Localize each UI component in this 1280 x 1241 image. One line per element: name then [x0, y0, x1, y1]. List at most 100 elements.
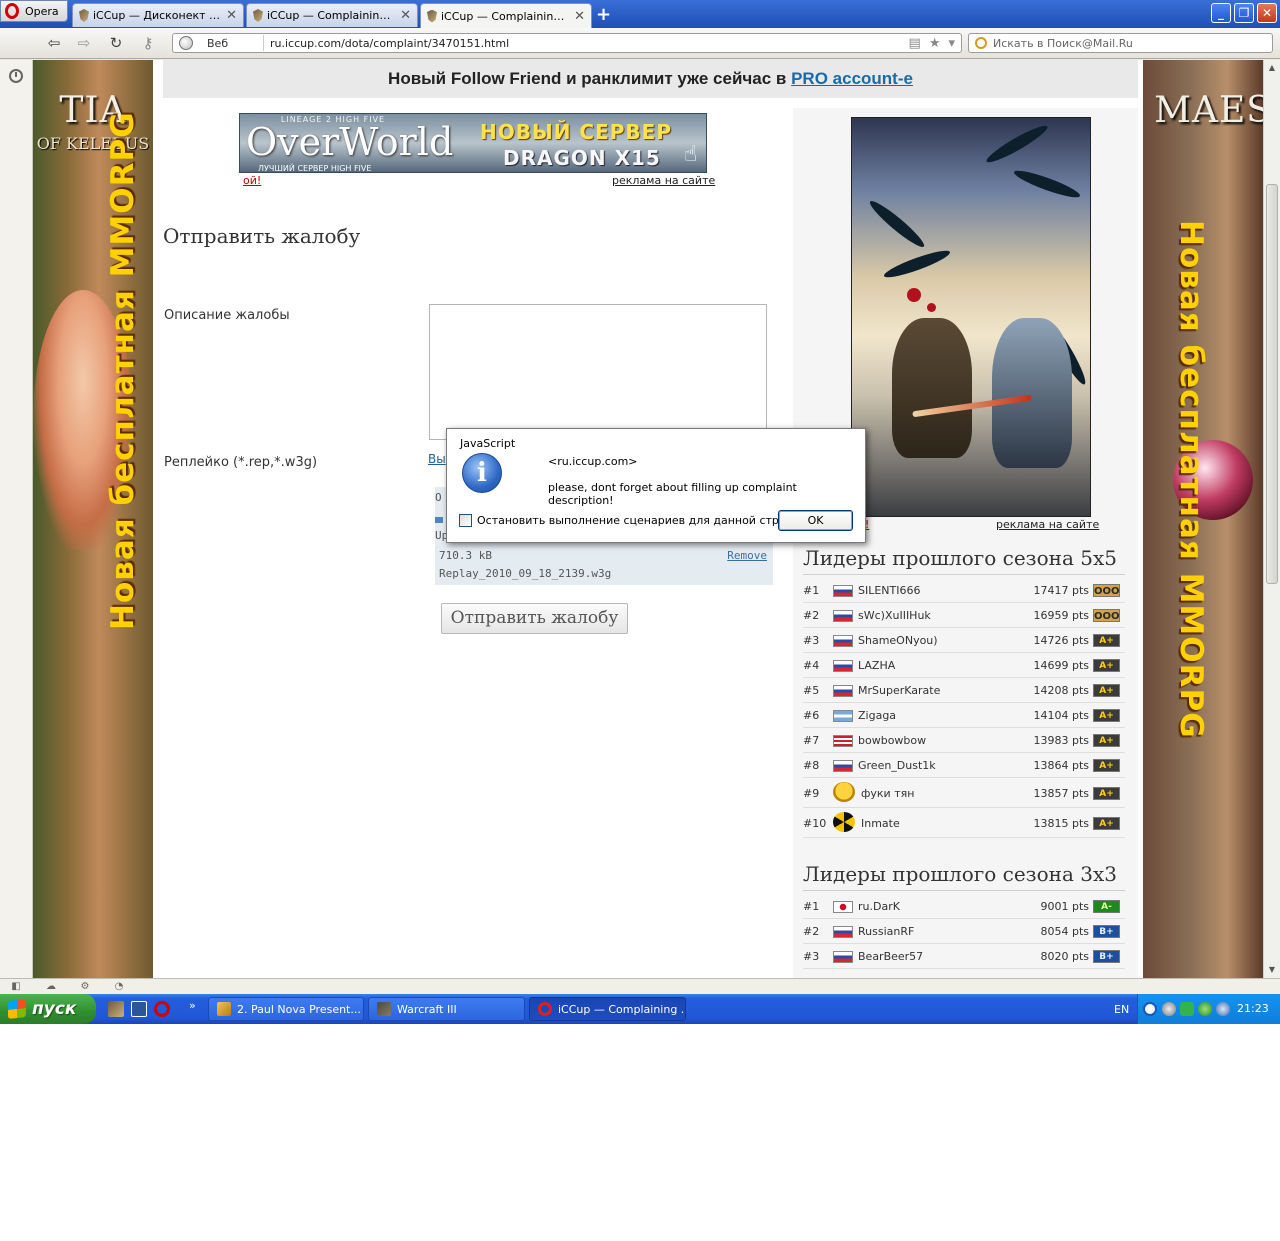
leader-row[interactable]: #10 Inmate 13815 pts A+: [803, 808, 1125, 838]
taskbar-button[interactable]: 2. Paul Nova Present...: [208, 997, 364, 1021]
leader-name[interactable]: SILENTI666: [858, 584, 921, 597]
ok-button[interactable]: OK: [778, 510, 853, 531]
leader-name[interactable]: bowbowbow: [858, 734, 926, 747]
opera-menu-button[interactable]: Opera: [0, 0, 68, 22]
tab-close-icon[interactable]: ✕: [226, 8, 237, 23]
leader-row[interactable]: #2 sWc)XuIIIHuk 16959 pts OOO: [803, 603, 1125, 628]
samurai-ad-banner[interactable]: [851, 117, 1091, 517]
leader-name[interactable]: Zigaga: [858, 709, 896, 722]
forward-arrow-icon[interactable]: ⇨: [74, 34, 94, 52]
leader-row[interactable]: #5 MrSuperKarate 14208 pts A+: [803, 678, 1125, 703]
browser-tab-active[interactable]: iCCup — Complaining ab... ✕: [420, 3, 592, 28]
leader-points: 13983 pts: [1033, 734, 1089, 747]
turbo-icon[interactable]: ⚙: [79, 981, 91, 992]
pro-account-link[interactable]: PRO account-e: [791, 69, 913, 88]
stop-scripts-checkbox[interactable]: [459, 514, 472, 527]
bookmark-star-icon[interactable]: ★: [929, 36, 941, 51]
word-icon[interactable]: [131, 1001, 147, 1017]
upload-progress-bar: [435, 517, 443, 523]
leader-name[interactable]: Green_Dust1k: [858, 759, 936, 772]
leader-name[interactable]: BearBeer57: [858, 950, 923, 963]
ad-warrior-figure: [892, 318, 972, 458]
leader-name[interactable]: sWc)XuIIIHuk: [858, 609, 931, 622]
tray-network-icon[interactable]: [1198, 1002, 1212, 1016]
history-clock-icon[interactable]: [9, 69, 23, 83]
tray-shield-icon[interactable]: [1180, 1002, 1194, 1016]
leader-row[interactable]: #6 Zigaga 14104 pts A+: [803, 703, 1125, 728]
leader-row[interactable]: #2 RussianRF 8054 pts B+: [803, 919, 1125, 944]
unite-cloud-icon[interactable]: ☁: [45, 981, 57, 992]
minimize-button[interactable]: _: [1211, 3, 1231, 23]
leader-name[interactable]: Inmate: [861, 817, 900, 830]
leader-row[interactable]: #7 bowbowbow 13983 pts A+: [803, 728, 1125, 753]
leader-points: 13864 pts: [1033, 759, 1089, 772]
leader-row[interactable]: #3 ShameONyou) 14726 pts A+: [803, 628, 1125, 653]
leader-row[interactable]: #1 SILENTI666 17417 pts OOO: [803, 578, 1125, 603]
rss-icon[interactable]: ▤: [909, 36, 921, 51]
tab-close-icon[interactable]: ✕: [574, 9, 585, 24]
back-arrow-icon[interactable]: ⇦: [44, 34, 64, 52]
dropdown-icon[interactable]: ▾: [948, 36, 955, 51]
key-icon[interactable]: ⚷: [138, 34, 158, 52]
leader-row[interactable]: #1 ru.DarK 9001 pts A-: [803, 894, 1125, 919]
leader-name[interactable]: MrSuperKarate: [858, 684, 940, 697]
new-tab-icon[interactable]: +: [596, 4, 611, 25]
leader-name[interactable]: фуки тян: [861, 787, 914, 800]
opera-icon[interactable]: [154, 1001, 170, 1017]
iccup-favicon-icon: [79, 9, 89, 22]
tray-arrow-icon[interactable]: [1143, 1002, 1157, 1016]
scrollbar-thumb[interactable]: [1266, 184, 1278, 584]
scroll-down-arrow-icon[interactable]: ▼: [1264, 962, 1280, 978]
leader-points: 8020 pts: [1040, 950, 1089, 963]
tray-gear-icon[interactable]: [1162, 1002, 1176, 1016]
search-engine-icon[interactable]: [975, 37, 987, 49]
leader-points: 13815 pts: [1033, 817, 1089, 830]
address-url[interactable]: ru.iccup.com/dota/complaint/3470151.html: [270, 37, 909, 50]
left-ad-banner[interactable]: TIA OF KELEDUS Новая бесплатная MMORPG: [33, 60, 153, 978]
taskbar-button-active[interactable]: iCCup — Complaining ...: [529, 997, 686, 1021]
more-quicklaunch-icon[interactable]: »: [189, 999, 205, 1015]
tray-status-icon[interactable]: [1216, 1002, 1230, 1016]
remove-file-link[interactable]: Remove: [727, 549, 767, 562]
presentation-app-icon: [217, 1002, 231, 1016]
address-field[interactable]: Веб ru.iccup.com/dota/complaint/3470151.…: [172, 33, 962, 53]
speed-dial-icon[interactable]: ◔: [113, 981, 125, 992]
choose-file-link[interactable]: Вы: [428, 452, 446, 466]
tab-close-icon[interactable]: ✕: [400, 8, 411, 23]
iccup-favicon-icon: [427, 9, 437, 23]
search-field[interactable]: Искать в Поиск@Mail.Ru: [968, 33, 1273, 53]
dialog-message: please, dont forget about filling up com…: [548, 481, 797, 507]
oops-link[interactable]: ой!: [243, 174, 261, 187]
taskbar-clock[interactable]: 21:23: [1237, 1002, 1269, 1015]
leader-row[interactable]: #8 Green_Dust1k 13864 pts A+: [803, 753, 1125, 778]
taskbar-button[interactable]: Warcraft III: [368, 997, 525, 1021]
reload-icon[interactable]: ↻: [106, 34, 126, 52]
right-ad-banner[interactable]: MAES Новая бесплатная MMORPG: [1143, 60, 1263, 978]
leader-name[interactable]: ru.DarK: [858, 900, 900, 913]
leader-name[interactable]: RussianRF: [858, 925, 914, 938]
leader-name[interactable]: LAZHA: [858, 659, 895, 672]
globe-icon: [179, 36, 193, 50]
leader-row[interactable]: #9 фуки тян 13857 pts A+: [803, 778, 1125, 808]
submit-complaint-button[interactable]: Отправить жалобу: [441, 603, 628, 634]
stop-scripts-label[interactable]: Остановить выполнение сценариев для данн…: [477, 514, 816, 527]
panel-toggle-icon[interactable]: ◧: [10, 981, 22, 992]
browser-tab[interactable]: iCCup — Дисконект из ... ✕: [72, 3, 244, 27]
leader-row[interactable]: #4 LAZHA 14699 pts A+: [803, 653, 1125, 678]
leader-row[interactable]: #3 BearBeer57 8020 pts B+: [803, 944, 1125, 969]
site-ads-link[interactable]: реклама на сайте: [612, 174, 715, 187]
site-ads-link[interactable]: реклама на сайте: [996, 518, 1099, 531]
description-textarea[interactable]: [429, 304, 767, 440]
iccup-launcher-icon[interactable]: [108, 1001, 124, 1017]
overworld-ad-banner[interactable]: LINEAGE 2 HIGH FIVE OverWorld ЛУЧШИЙ СЕР…: [239, 113, 707, 173]
close-window-button[interactable]: ✕: [1257, 3, 1277, 23]
vertical-scrollbar[interactable]: ▲ ▼: [1263, 60, 1280, 978]
scroll-up-arrow-icon[interactable]: ▲: [1264, 60, 1280, 76]
browser-tab[interactable]: iCCup — Complaining ab... ✕: [246, 3, 418, 27]
leader-points: 17417 pts: [1033, 584, 1089, 597]
restore-button[interactable]: ❐: [1234, 3, 1254, 23]
leader-name[interactable]: ShameONyou): [858, 634, 938, 647]
taskbar-button-label: iCCup — Complaining ...: [558, 1002, 686, 1016]
start-button[interactable]: пуск: [0, 994, 96, 1024]
language-indicator[interactable]: EN: [1114, 1003, 1129, 1016]
